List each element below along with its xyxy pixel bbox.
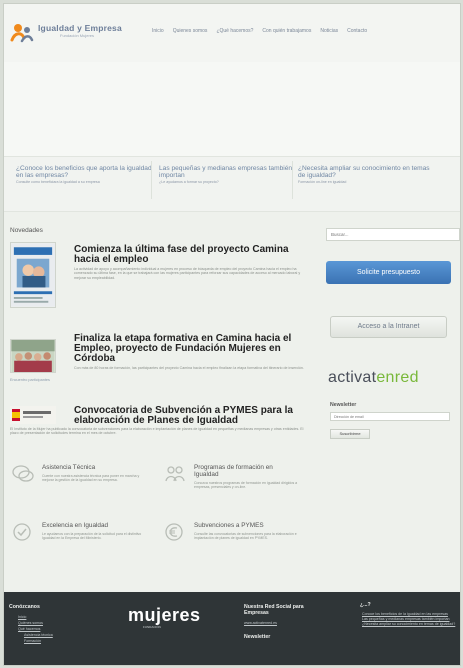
teaser-knowledge[interactable]: ¿Necesita ampliar su conocimiento en tem…	[298, 165, 436, 184]
article-thumbnail[interactable]	[10, 406, 56, 424]
speech-bubbles-icon	[12, 465, 34, 482]
article-summary: La actividad de apoyo y acompañamiento i…	[74, 267, 301, 280]
news-article: Encuentro participantes Finaliza la etap…	[10, 334, 310, 404]
feature-subvenciones[interactable]: Subvenciones a PYMES Consulte las convoc…	[164, 522, 299, 572]
nav-item-contacto[interactable]: Contacto	[347, 28, 367, 34]
footer-links: www.activatenred.es	[244, 620, 277, 626]
footer-links: Conoce los beneficios de la igualdad en …	[362, 612, 458, 627]
teaser-link[interactable]: Formación on-line en igualdad	[298, 180, 436, 184]
badge-check-icon	[13, 523, 31, 541]
feature-formacion[interactable]: Programas de formación en Igualdad Conoz…	[164, 464, 299, 514]
article-title[interactable]: Finaliza la etapa formativa en Camina ha…	[74, 334, 310, 364]
footer-link[interactable]: Formación	[18, 638, 53, 644]
footer-newsletter-title: Newsletter	[244, 634, 271, 640]
newsletter-email-field[interactable]	[330, 412, 450, 421]
brand-subtitle: Fundación Mujeres	[60, 33, 95, 38]
teaser-link[interactable]: ¿Le ayudamos a formar su proyecto?	[159, 180, 297, 184]
nav-item-con-quien[interactable]: Con quién trabajamos	[262, 28, 311, 34]
activa-logo-part2: enred	[376, 369, 419, 386]
footer-col-title: Conózcanos	[9, 604, 40, 610]
feature-text: Cuente con nuestra asistencia técnica pa…	[42, 474, 140, 483]
section-title: Novedades	[10, 227, 43, 234]
feature-title[interactable]: Excelencia en Igualdad	[42, 522, 108, 529]
teaser-strip: ¿Conoce los beneficios que aporta la igu…	[4, 156, 460, 212]
thumbnail-caption[interactable]: Encuentro participantes	[10, 378, 50, 382]
nav-item-inicio[interactable]: Inicio	[152, 28, 164, 34]
divider	[151, 161, 152, 199]
search-input[interactable]	[326, 228, 460, 241]
main-nav: Inicio Quienes somos ¿Qué hacemos? Con q…	[152, 28, 367, 34]
activatenred-logo[interactable]: activatenred	[328, 369, 419, 387]
people-icon	[165, 466, 185, 482]
browser-page: Igualdad y Empresa Fundación Mujeres Ini…	[3, 3, 461, 666]
brand-name[interactable]: Igualdad y Empresa	[38, 23, 122, 33]
feature-text: Consulte las convocatorias de subvencion…	[194, 532, 297, 541]
teaser-title[interactable]: ¿Necesita ampliar su conocimiento en tem…	[298, 165, 436, 179]
news-article: Comienza la última fase del proyecto Cam…	[10, 242, 310, 322]
footer-col-title: ¿...?	[360, 602, 371, 608]
subscribe-button[interactable]: Suscribirme	[330, 429, 370, 439]
article-summary: El Instituto de la Mujer ha publicado la…	[10, 427, 304, 436]
request-budget-button[interactable]: Solicite presupuesto	[326, 261, 451, 284]
feature-text: Conozca nuestros programas de formación …	[194, 481, 298, 490]
feature-title[interactable]: Programas de formación en Igualdad	[194, 464, 299, 478]
divider	[292, 161, 293, 199]
euro-icon	[165, 523, 183, 541]
teaser-pymes[interactable]: Las pequeñas y medianas empresas también…	[159, 165, 297, 184]
article-title[interactable]: Comienza la última fase del proyecto Cam…	[74, 245, 310, 265]
feature-title[interactable]: Subvenciones a PYMES	[194, 522, 264, 529]
feature-asistencia[interactable]: Asistencia Técnica Cuente con nuestra as…	[12, 464, 147, 514]
feature-title[interactable]: Asistencia Técnica	[42, 464, 95, 471]
hero-banner	[4, 62, 460, 156]
mujeres-logo-sub: FUNDACIÓN	[143, 625, 161, 629]
teaser-title[interactable]: Las pequeñas y medianas empresas también…	[159, 165, 297, 179]
feature-excelencia[interactable]: Excelencia en Igualdad Le ayudamos con l…	[12, 522, 147, 572]
intranet-button-label: Acceso a la Intranet	[357, 323, 420, 330]
site-header: Igualdad y Empresa Fundación Mujeres Ini…	[4, 4, 460, 62]
teaser-link[interactable]: Consulte como beneficiara la igualdad a …	[16, 180, 154, 184]
news-article: Convocatoria de Subvención a PYMES para …	[10, 406, 310, 451]
nav-item-noticias[interactable]: Noticias	[320, 28, 338, 34]
teaser-title[interactable]: ¿Conoce los beneficios que aporta la igu…	[16, 165, 154, 179]
footer-col-title: Nuestra Red Social para Empresas	[244, 604, 304, 616]
site-footer: Conózcanos Inicio Quiénes somos Qué hace…	[4, 592, 460, 665]
newsletter-title: Newsletter	[330, 402, 357, 408]
teaser-benefits[interactable]: ¿Conoce los beneficios que aporta la igu…	[16, 165, 154, 184]
nav-item-que-hacemos[interactable]: ¿Qué hacemos?	[216, 28, 253, 34]
intranet-access-button[interactable]: Acceso a la Intranet	[330, 316, 447, 338]
article-thumbnail[interactable]	[10, 242, 56, 308]
logo-icon[interactable]	[10, 22, 34, 44]
article-title[interactable]: Convocatoria de Subvención a PYMES para …	[74, 406, 310, 426]
footer-link[interactable]: www.activatenred.es	[244, 620, 277, 626]
article-summary: Con más de 80 horas de formación, las pa…	[74, 366, 304, 370]
mujeres-logo[interactable]: mujeres	[128, 605, 201, 626]
activa-logo-part1: activat	[328, 369, 377, 386]
footer-links: Inicio Quiénes somos Qué hacemos Asisten…	[18, 614, 53, 644]
article-thumbnail[interactable]	[10, 339, 56, 373]
footer-link[interactable]: ¿Necesita ampliar su conocimiento en tem…	[362, 622, 458, 627]
nav-item-quienes-somos[interactable]: Quienes somos	[173, 28, 208, 34]
feature-text: Le ayudamos con la preparación de la sol…	[42, 532, 142, 541]
